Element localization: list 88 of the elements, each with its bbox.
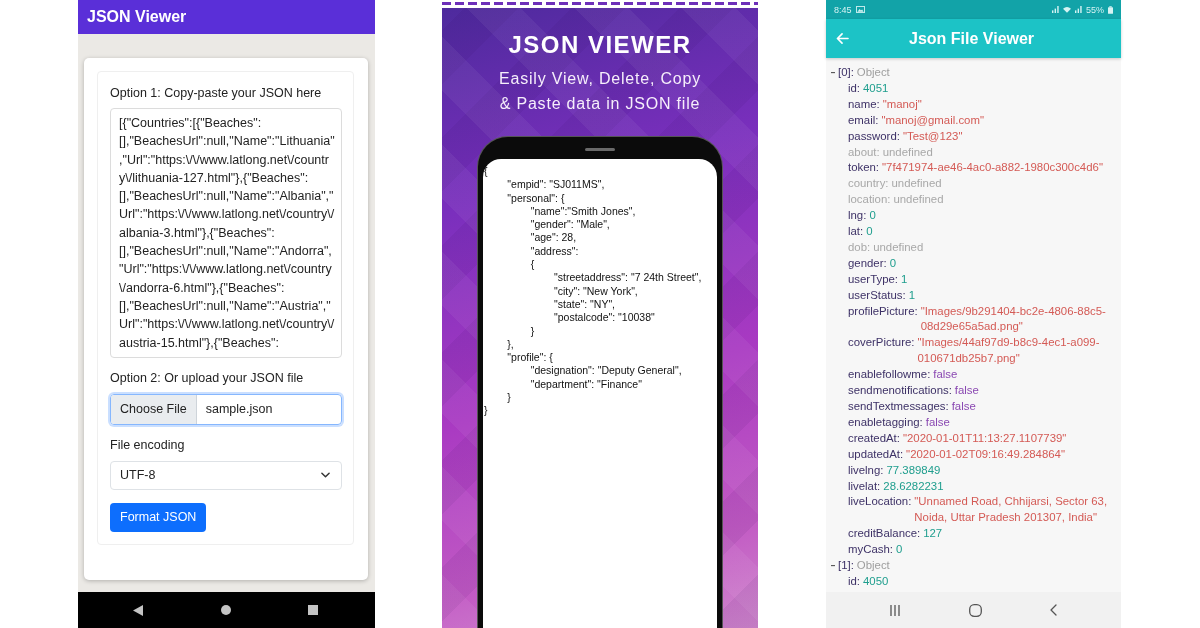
tree-key: userStatus: (848, 287, 906, 304)
tree-key: country: (848, 176, 889, 193)
tree-key: updatedAt: (848, 446, 904, 463)
tree-key: livelat: (848, 478, 881, 495)
tree-key: password: (848, 128, 900, 145)
tree-key: myCash: (848, 542, 893, 559)
tree-key: lng: (848, 208, 867, 225)
tree-value: false (951, 399, 976, 414)
recent-apps-icon[interactable] (890, 604, 900, 616)
tree-key: id: (848, 573, 861, 590)
field-label: Option 2: Or upload your JSON file (110, 369, 304, 387)
tree-key: dob: (848, 239, 871, 256)
tree-key: livelng: (848, 462, 884, 479)
tree-value: 28.6282231 (883, 478, 944, 494)
signal-icon (1052, 6, 1059, 13)
app-title: Json File Viewer (909, 29, 1035, 48)
tree-value: 127 (923, 526, 943, 542)
tree-key: sendTextmessages: (848, 399, 949, 415)
field-label: Option 1: Copy-paste your JSON here (110, 85, 322, 102)
tree-key: id: (848, 80, 861, 97)
tree-key: email: (848, 112, 879, 129)
back-icon[interactable] (133, 604, 143, 616)
tree-value: false (954, 383, 979, 399)
field-label: File encoding (110, 436, 185, 454)
tree-key: profilePicture: (848, 303, 918, 320)
tree-value: "Test@123" (902, 128, 963, 144)
tree-value: 0 (889, 255, 896, 271)
tree-value: 1 (908, 287, 915, 303)
tree-value: 0 (895, 542, 903, 558)
battery-level: 55% (1086, 4, 1104, 15)
tree-value: false (933, 367, 958, 383)
choose-file-button[interactable]: Choose File (111, 394, 197, 424)
wifi-icon (1063, 6, 1071, 13)
tree-value: false (925, 414, 950, 430)
tree-key: enablefollowme: (848, 367, 931, 384)
file-input[interactable]: Choose File sample.json (110, 393, 342, 425)
tree-key: token: (848, 160, 880, 177)
tree-key: name: (848, 96, 880, 113)
tree-key: userType: (848, 271, 899, 288)
tree-value: 4051 (863, 80, 889, 96)
tree-value: undefined (893, 192, 944, 208)
tree-key: about: (848, 144, 880, 161)
battery-icon (1108, 5, 1113, 14)
tree-value: undefined (891, 176, 942, 192)
tree-value: "7f471974-ae46-4ac0-a882-1980c300c4d6" (882, 160, 1103, 176)
tree-value: "Images/44af97d9-b8c9-4ec1-a099-010671db25b7.png" (917, 335, 1101, 367)
tree-key: createdAt: (848, 430, 900, 447)
speaker-icon (585, 148, 615, 151)
tree-value: "Unnamed Road, Chhijarsi, Sector 63, Noida, Uttar Pradesh 201307, India" (914, 494, 1109, 526)
app-title: JSON Viewer (87, 8, 187, 26)
tree-key: liveLocation: (848, 494, 912, 511)
image-icon (855, 6, 865, 13)
tree-key: location: (848, 192, 891, 209)
format-json-button[interactable]: Format JSON (110, 502, 207, 532)
promo-subtitle: Easily View, Delete, Copy & Paste data in JSON file (498, 69, 702, 114)
tree-key: coverPicture: (848, 335, 915, 352)
tree-value: 77.389849 (886, 462, 941, 478)
tree-key: creditBalance: (848, 526, 921, 543)
signal-icon (1075, 6, 1082, 13)
promo-title: JSON VIEWER (508, 30, 692, 60)
tree-type-label: Object (856, 65, 890, 80)
tree-value: 1 (901, 271, 908, 287)
file-name: sample.json (204, 401, 273, 419)
json-code: { "empid": "SJ011MS", "personal": { "name":"Smith Jones", "gender": "Male", "age": 28, "address": { "streetaddress": "7 24th Street", "city": "New York", "state": "NY", "postalcode": "10038" } }, "profile": { "designation": "Deputy General", "department": "Finance" } } (483, 165, 703, 418)
tree-value: undefined (873, 239, 924, 255)
back-icon[interactable] (1050, 604, 1057, 616)
tree-value: "Images/9b291404-bc2e-4806-88c5-08d29e65a5ad.png" (920, 303, 1107, 335)
tree-key: enabletagging: (848, 414, 923, 431)
tree-value: 4050 (863, 573, 889, 589)
tree-key: lat: (848, 224, 864, 240)
status-time: 8:45 (834, 4, 852, 15)
tree-value: "2020-01-02T09:16:49.284864" (906, 446, 1065, 462)
tree-value: "manoj" (882, 96, 922, 112)
tree-value: "2020-01-01T11:13:27.1107739" (902, 430, 1067, 446)
chevron-down-icon (321, 472, 330, 479)
tree-key: gender: (848, 255, 887, 272)
tree-value: "manoj@gmail.com" (881, 112, 984, 128)
home-icon[interactable] (968, 603, 982, 617)
tree-type-label: Object (856, 558, 890, 574)
tree-node-key[interactable]: [0]: (838, 65, 854, 81)
tree-value: 0 (866, 224, 873, 240)
tree-value: undefined (882, 144, 933, 160)
tree-key: sendmenotifications: (848, 383, 952, 399)
tree-value: 0 (869, 208, 876, 224)
tree-node-key[interactable]: [1]: (838, 558, 854, 574)
encoding-select[interactable]: UTF-8 (110, 460, 342, 490)
home-icon[interactable] (220, 605, 231, 615)
json-input-field[interactable]: [{"Countries":[{"Beaches":[],"BeachesUrl":null,"Name":"Lithuania","Url":"https:\/\/www.latlong.net\/country\/lithuania-127.html"},{"Beaches":[],"BeachesUrl":null,"Name":"Albania","Url":"https:\/\/www.latlong.net\/country\/albania-3.html"},{"Beaches":[],"BeachesUrl":null,"Name":"Andorra","Url":"https:\/\/www.latlong.net\/country\/andorra-6.html"},{"Beaches":[],"BeachesUrl":null,"Name":"Austria","Url":"https:\/\/www.latlong.net\/country\/austria-15.html"},{"Beaches": (110, 108, 342, 358)
